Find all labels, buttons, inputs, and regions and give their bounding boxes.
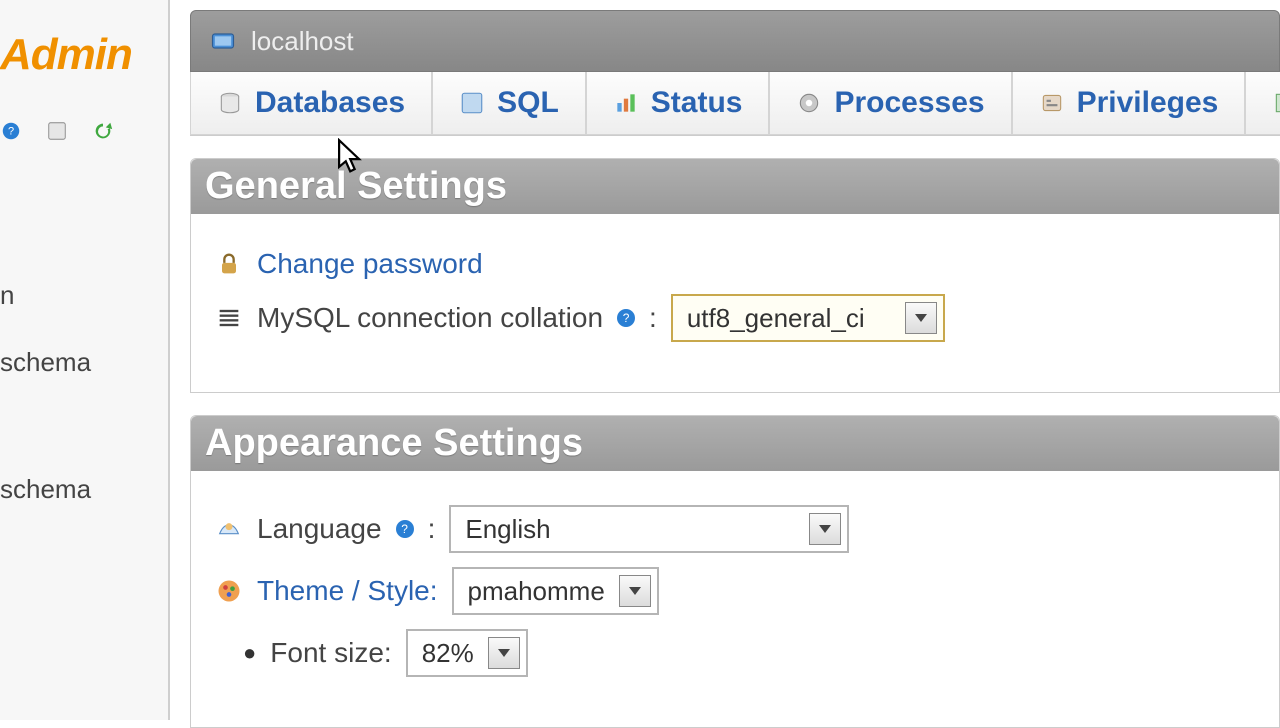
language-label: Language: [257, 513, 382, 545]
tab-label: SQL: [497, 86, 559, 120]
status-icon: [613, 90, 639, 116]
colon-separator: :: [428, 513, 436, 545]
sidebar-db-list: n schema schema: [0, 262, 168, 523]
collation-icon: [215, 304, 243, 332]
tab-label: Processes: [834, 86, 984, 120]
change-password-link[interactable]: Change password: [257, 248, 483, 280]
home-icon[interactable]: ?: [0, 120, 22, 142]
theme-label[interactable]: Theme / Style:: [257, 575, 438, 607]
tab-status[interactable]: Status: [586, 72, 770, 135]
export-icon: [1272, 90, 1280, 116]
fontsize-value: 82%: [422, 638, 488, 669]
tab-export[interactable]: Export: [1245, 72, 1280, 135]
tab-bar: Databases SQL Status Processes Privilege…: [190, 72, 1280, 136]
appearance-settings-section: Appearance Settings Language ? : English: [190, 415, 1280, 728]
help-icon[interactable]: ?: [396, 520, 414, 538]
server-icon: [209, 27, 237, 55]
theme-select[interactable]: pmahomme: [452, 567, 659, 615]
collation-value: utf8_general_ci: [687, 303, 905, 334]
language-select[interactable]: English: [449, 505, 849, 553]
theme-icon: [215, 577, 243, 605]
lock-icon: [215, 250, 243, 278]
language-value: English: [465, 514, 809, 545]
general-settings-section: General Settings Change password MySQL c…: [190, 158, 1280, 393]
theme-value: pmahomme: [468, 576, 619, 607]
collation-select[interactable]: utf8_general_ci: [671, 294, 945, 342]
bullet-icon: ●: [243, 640, 256, 666]
tab-label: Databases: [255, 86, 405, 120]
app-logo: Admin: [0, 30, 168, 80]
section-title: Appearance Settings: [191, 416, 1279, 471]
sql-icon: [459, 90, 485, 116]
sidebar-item[interactable]: schema: [0, 329, 168, 396]
tab-privileges[interactable]: Privileges: [1012, 72, 1246, 135]
svg-text:?: ?: [8, 126, 14, 138]
database-icon: [217, 90, 243, 116]
gear-icon: [796, 90, 822, 116]
tab-sql[interactable]: SQL: [432, 72, 586, 135]
sql-window-icon[interactable]: [46, 120, 68, 142]
breadcrumb: localhost: [190, 10, 1280, 72]
chevron-down-icon[interactable]: [488, 637, 520, 669]
sidebar-item[interactable]: n: [0, 262, 168, 329]
chevron-down-icon[interactable]: [905, 302, 937, 334]
chevron-down-icon[interactable]: [809, 513, 841, 545]
chevron-down-icon[interactable]: [619, 575, 651, 607]
language-icon: [215, 515, 243, 543]
breadcrumb-host[interactable]: localhost: [251, 26, 354, 57]
main-panel: localhost Databases SQL Status Processes: [190, 10, 1280, 720]
help-icon[interactable]: ?: [617, 309, 635, 327]
sidebar-item[interactable]: schema: [0, 456, 168, 523]
fontsize-select[interactable]: 82%: [406, 629, 528, 677]
sidebar-icon-row: ?: [0, 120, 168, 142]
collation-label: MySQL connection collation: [257, 302, 603, 334]
tab-processes[interactable]: Processes: [769, 72, 1011, 135]
refresh-icon[interactable]: [92, 120, 114, 142]
section-title: General Settings: [191, 159, 1279, 214]
tab-label: Privileges: [1077, 86, 1219, 120]
sidebar: Admin ? n schema schema: [0, 0, 170, 720]
fontsize-label: Font size:: [270, 637, 391, 669]
tab-label: Status: [651, 86, 743, 120]
tab-databases[interactable]: Databases: [190, 72, 432, 135]
colon-separator: :: [649, 302, 657, 334]
privileges-icon: [1039, 90, 1065, 116]
